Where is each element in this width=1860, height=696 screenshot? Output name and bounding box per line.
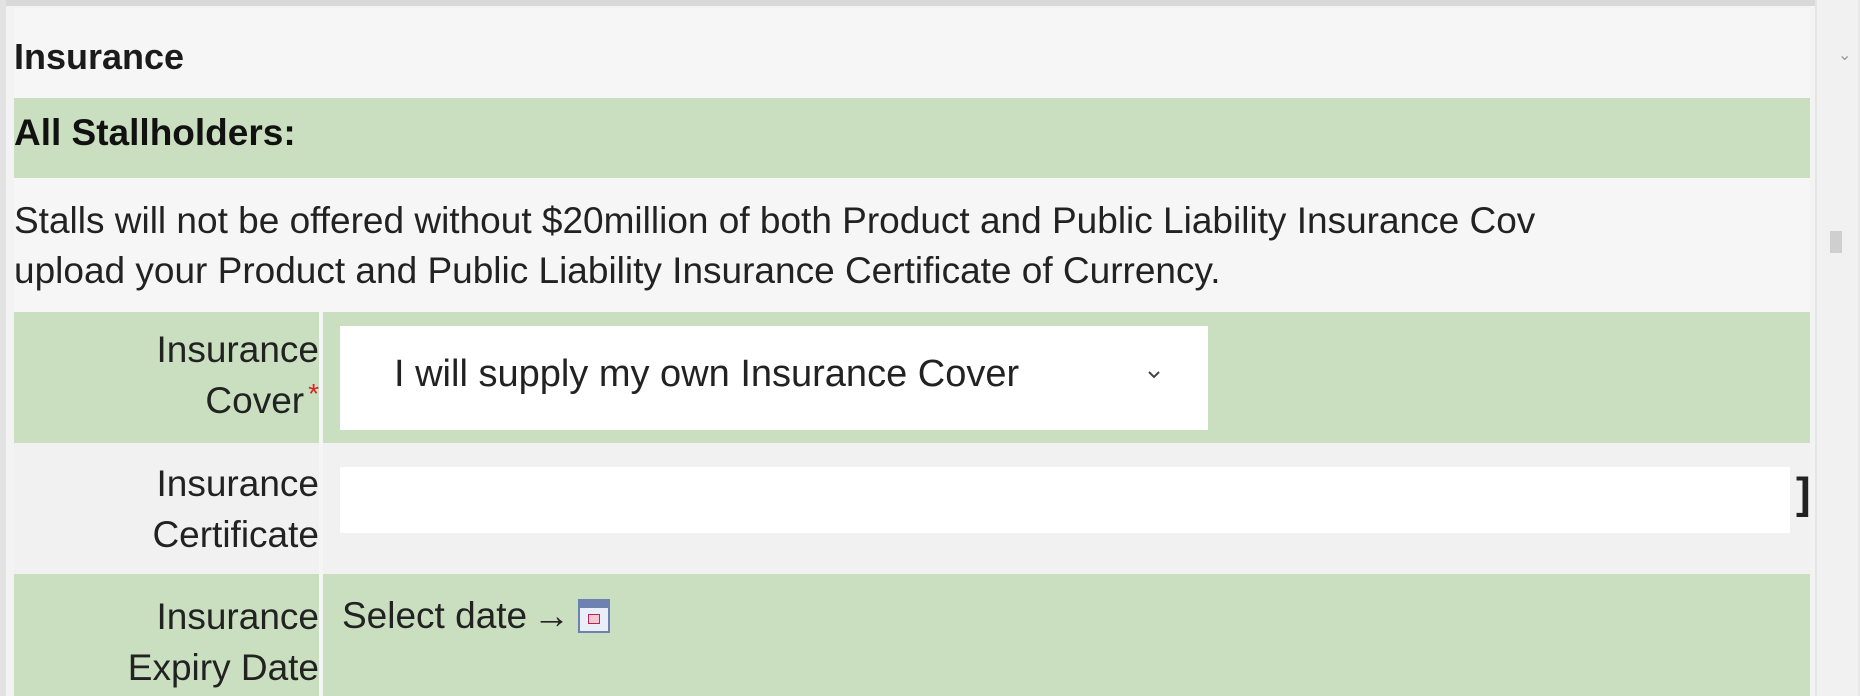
- insurance-certificate-label: Insurance Certificate: [152, 463, 319, 555]
- column-divider: [319, 443, 323, 574]
- chevron-down-icon: [1148, 371, 1160, 379]
- left-border: [0, 0, 6, 696]
- notice-line-2: upload your Product and Public Liability…: [14, 250, 1221, 291]
- insurance-cover-selected-value: I will supply my own Insurance Cover: [394, 353, 1020, 395]
- insurance-certificate-input[interactable]: [340, 467, 1790, 533]
- column-divider: [319, 574, 323, 696]
- insurance-section: Insurance All Stallholders: Stalls will …: [14, 8, 1810, 696]
- scroll-down-arrow-icon[interactable]: ⌄: [1838, 48, 1851, 64]
- insurance-certificate-row: Insurance Certificate ]: [14, 443, 1810, 574]
- scroll-thumb[interactable]: [1830, 231, 1842, 253]
- certificate-trailing-mark: ]: [1796, 469, 1810, 518]
- top-border: [0, 0, 1820, 6]
- insurance-notice: Stalls will not be offered without $20mi…: [14, 196, 1810, 296]
- insurance-cover-label: Insurance Cover *: [156, 329, 320, 421]
- insurance-expiry-row: Insurance Expiry Date Select date →: [14, 574, 1810, 696]
- notice-line-1: Stalls will not be offered without $20mi…: [14, 200, 1536, 241]
- required-asterisk: *: [308, 378, 319, 409]
- select-date-text: Select date: [342, 595, 528, 636]
- calendar-icon[interactable]: [578, 598, 611, 633]
- page-scrollbar[interactable]: ⌄: [1815, 0, 1860, 696]
- arrow-right-icon: →: [533, 595, 571, 636]
- section-title: Insurance: [14, 36, 185, 77]
- column-divider: [319, 312, 323, 443]
- insurance-expiry-label: Insurance Expiry Date: [127, 596, 319, 688]
- select-date-trigger[interactable]: Select date →: [342, 590, 611, 641]
- insurance-cover-row: Insurance Cover * I will supply my own In…: [14, 312, 1810, 443]
- insurance-cover-select[interactable]: I will supply my own Insurance Cover: [340, 326, 1208, 430]
- form-frame: Insurance All Stallholders: Stalls will …: [0, 0, 1860, 696]
- group-title: All Stallholders:: [14, 112, 296, 153]
